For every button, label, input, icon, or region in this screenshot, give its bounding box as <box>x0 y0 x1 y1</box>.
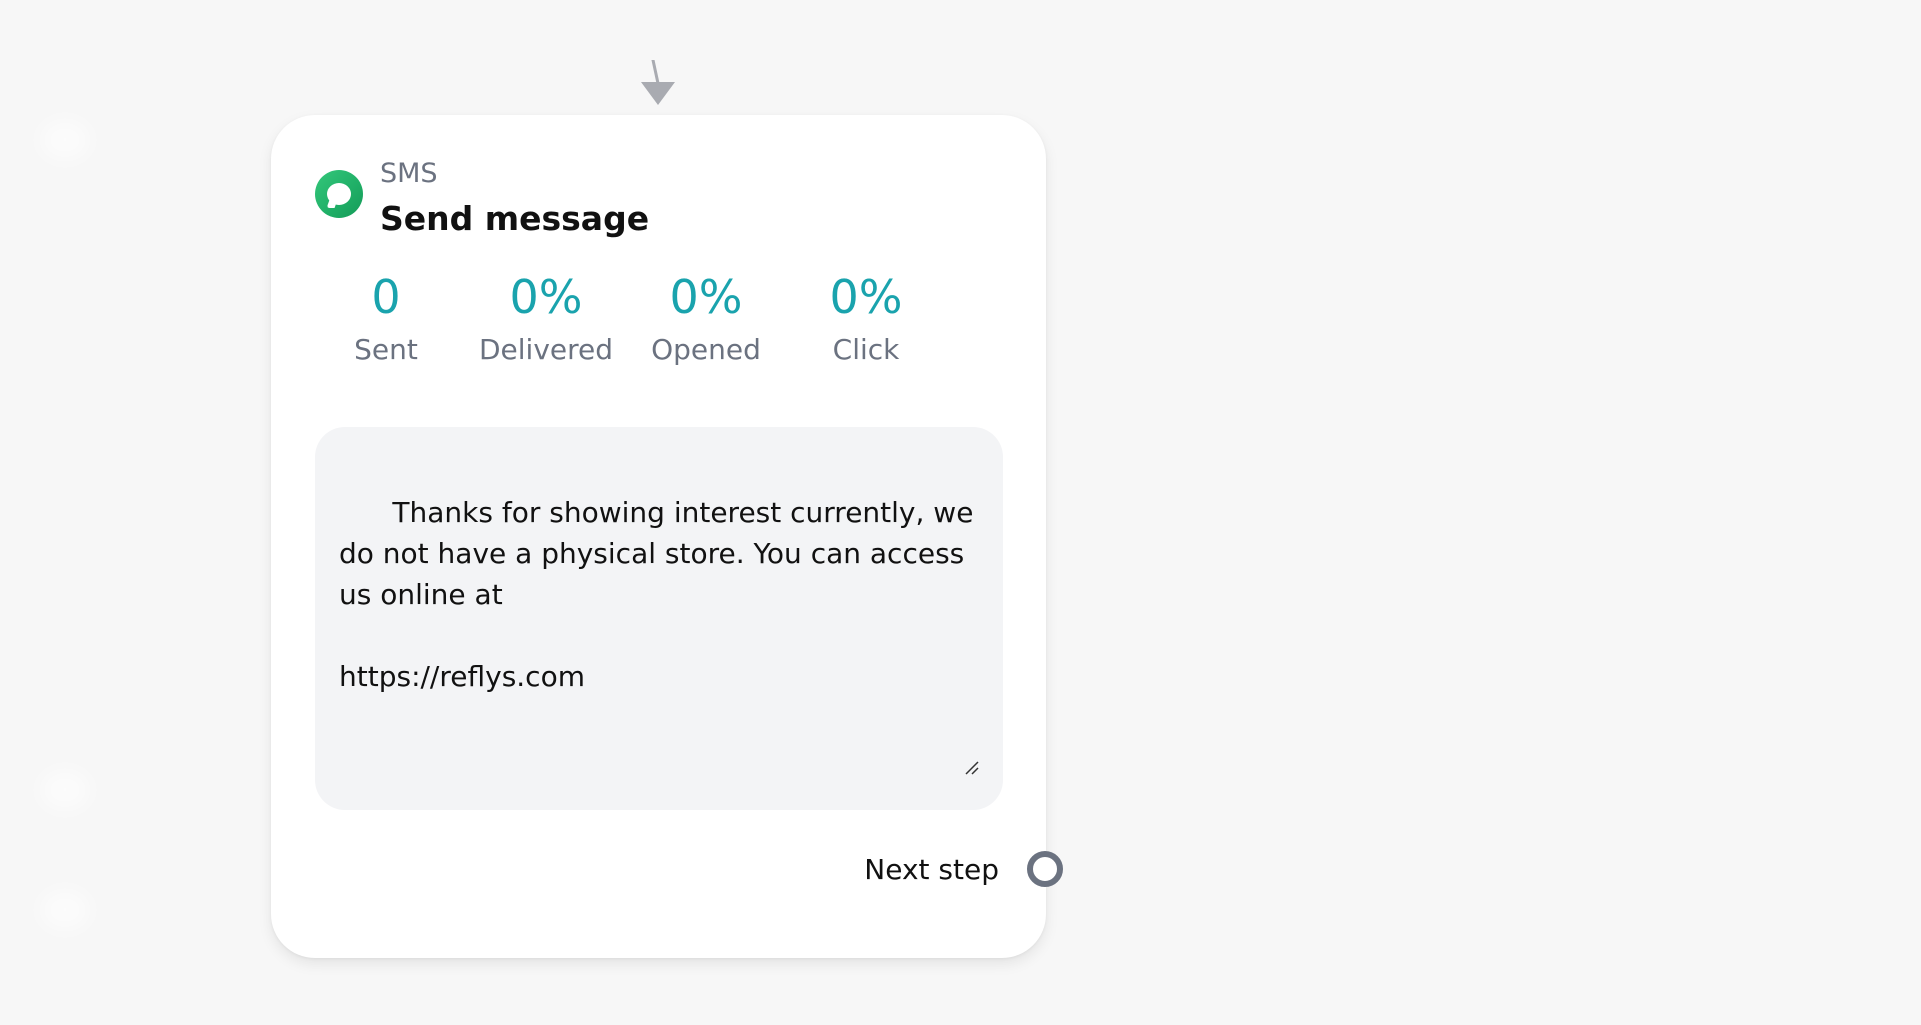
message-textarea[interactable]: Thanks for showing interest currently, w… <box>315 427 1003 810</box>
stat-label: Click <box>832 332 900 366</box>
stat-label: Opened <box>651 332 761 366</box>
stat-sent: 0 Sent <box>306 272 466 366</box>
channel-label: SMS <box>380 158 438 189</box>
sms-step-node[interactable]: SMS Send message 0 Sent 0% Delivered 0% … <box>271 115 1063 958</box>
stats-row: 0 Sent 0% Delivered 0% Opened 0% Click <box>306 272 946 366</box>
stat-click: 0% Click <box>786 272 946 366</box>
resize-grip-icon[interactable] <box>965 761 979 775</box>
next-step-label: Next step <box>864 852 999 886</box>
sms-bubble-icon <box>315 170 363 218</box>
background-blur <box>40 120 90 160</box>
stat-label: Sent <box>354 332 418 366</box>
next-step-output: Next step <box>864 851 1063 887</box>
arrow-down-icon <box>641 60 675 105</box>
message-text: Thanks for showing interest currently, w… <box>339 496 974 693</box>
node-title: Send message <box>380 199 650 238</box>
workflow-canvas[interactable]: SMS Send message 0 Sent 0% Delivered 0% … <box>0 0 1921 1025</box>
stat-label: Delivered <box>478 332 614 366</box>
connection-handle-icon[interactable] <box>1027 851 1063 887</box>
stat-value: 0% <box>669 270 743 324</box>
background-blur <box>40 770 90 810</box>
stat-opened: 0% Opened <box>626 272 786 366</box>
stat-delivered: 0% Delivered <box>466 272 626 366</box>
stat-value: 0% <box>509 270 583 324</box>
stat-value: 0% <box>829 270 903 324</box>
stat-value: 0 <box>371 270 401 324</box>
background-blur <box>40 890 90 930</box>
